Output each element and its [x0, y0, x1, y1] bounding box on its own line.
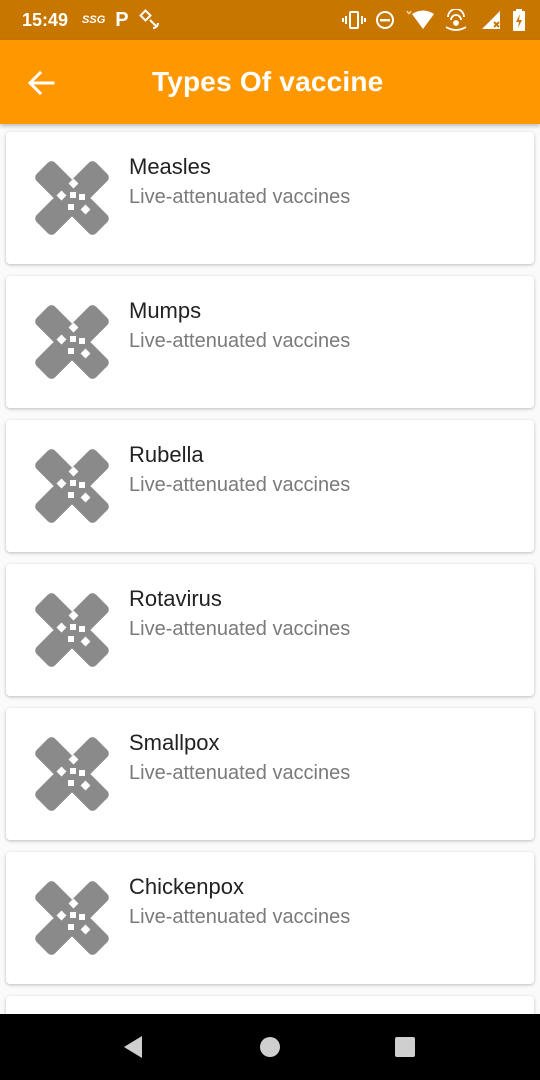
list-item[interactable]: Mumps Live-attenuated vaccines: [6, 276, 534, 408]
hotspot-icon: [442, 9, 472, 31]
app-bar: Types Of vaccine: [0, 40, 540, 124]
bandage-icon: [34, 448, 110, 524]
bandage-icon: [34, 304, 110, 380]
vaccine-name: Smallpox: [129, 730, 220, 755]
dnd-icon: [374, 9, 396, 31]
vaccine-name: Rubella: [129, 442, 204, 467]
list-item[interactable]: Rubella Live-attenuated vaccines: [6, 420, 534, 552]
vaccine-type: Live-attenuated vaccines: [129, 906, 351, 928]
page-title: Types Of vaccine: [152, 66, 384, 97]
navigation-bar: [0, 1014, 540, 1080]
vaccine-type: Live-attenuated vaccines: [129, 618, 351, 640]
list-item[interactable]: Measles Live-attenuated vaccines: [6, 132, 534, 264]
vaccine-name: Mumps: [129, 298, 202, 323]
bandage-icon: [34, 880, 110, 956]
p-icon: P: [115, 8, 129, 31]
status-time: 15:49: [22, 9, 69, 30]
wifi-icon: [404, 10, 434, 30]
list-item[interactable]: Chickenpox Live-attenuated vaccines: [6, 852, 534, 984]
nav-back-icon[interactable]: [120, 1034, 146, 1065]
bandage-icon: [34, 592, 110, 668]
status-bar: 15:49 SSG P: [0, 0, 540, 40]
signal-icon: [480, 10, 504, 30]
nav-recents-icon[interactable]: [392, 1034, 418, 1065]
vibrate-icon: [342, 10, 366, 30]
vaccine-type: Live-attenuated vaccines: [129, 186, 351, 208]
nav-home-icon[interactable]: [257, 1034, 283, 1065]
vaccine-type: Live-attenuated vaccines: [129, 330, 351, 352]
vaccine-name: Chickenpox: [129, 874, 244, 899]
list-item-partial[interactable]: [6, 996, 534, 1014]
list-item[interactable]: Smallpox Live-attenuated vaccines: [6, 708, 534, 840]
bandage-icon: [34, 736, 110, 812]
back-arrow-icon[interactable]: [26, 68, 56, 98]
vaccine-name: Rotavirus: [129, 586, 222, 611]
bandage-icon: [34, 160, 110, 236]
vaccine-type: Live-attenuated vaccines: [129, 762, 351, 784]
vaccine-type: Live-attenuated vaccines: [129, 474, 351, 496]
vaccine-list: Measles Live-attenuated vaccines Mumps L…: [0, 124, 540, 1014]
satellite-icon: [138, 9, 161, 31]
ssg-icon: SSG: [82, 14, 106, 26]
list-item[interactable]: Rotavirus Live-attenuated vaccines: [6, 564, 534, 696]
vaccine-name: Measles: [129, 154, 211, 179]
battery-icon: [512, 9, 526, 31]
